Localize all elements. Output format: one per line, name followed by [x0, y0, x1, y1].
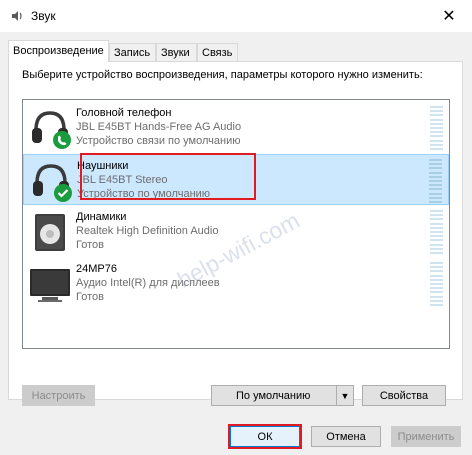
device-item-headset[interactable]: Головной телефон JBL E45BT Hands-Free AG… — [23, 102, 449, 153]
set-default-button[interactable]: По умолчанию ▼ — [211, 385, 354, 406]
instruction-text: Выберите устройство воспроизведения, пар… — [22, 69, 423, 81]
cancel-button[interactable]: Отмена — [311, 426, 381, 447]
device-name: Головной телефон — [76, 107, 172, 119]
device-name: Наушники — [77, 160, 129, 172]
volume-level-meter — [430, 106, 443, 150]
tab-sounds[interactable]: Звуки — [156, 43, 197, 61]
device-model: Realtek High Definition Audio — [76, 225, 219, 237]
ok-button[interactable]: ОК — [230, 426, 300, 447]
volume-level-meter — [430, 262, 443, 306]
monitor-icon — [30, 269, 70, 302]
tab-recording[interactable]: Запись — [109, 43, 156, 61]
device-status: Устройство по умолчанию — [77, 188, 211, 200]
device-status: Устройство связи по умолчанию — [76, 135, 241, 147]
device-name: 24MP76 — [76, 263, 117, 275]
device-name: Динамики — [76, 211, 127, 223]
window-title: Звук — [31, 9, 56, 23]
playback-panel: Выберите устройство воспроизведения, пар… — [8, 61, 463, 400]
headphones-default-icon — [33, 164, 72, 202]
speaker-icon — [12, 11, 22, 21]
device-model: JBL E45BT Stereo — [77, 174, 168, 186]
device-status: Готов — [76, 239, 104, 251]
properties-button[interactable]: Свойства — [362, 385, 446, 406]
device-status: Готов — [76, 291, 104, 303]
speaker-box-icon — [35, 214, 65, 251]
close-icon: ✕ — [442, 8, 456, 25]
chevron-down-icon[interactable]: ▼ — [336, 386, 353, 405]
device-model: JBL E45BT Hands-Free AG Audio — [76, 121, 242, 133]
device-item-headphones[interactable]: Наушники JBL E45BT Stereo Устройство по … — [23, 154, 449, 205]
dialog-body: Воспроизведение Запись Звуки Связь Выбер… — [0, 32, 472, 455]
volume-level-meter — [429, 159, 442, 203]
configure-button[interactable]: Настроить — [22, 385, 95, 406]
set-default-label: По умолчанию — [236, 389, 311, 402]
close-button[interactable]: ✕ — [426, 0, 472, 32]
apply-button[interactable]: Применить — [391, 426, 461, 447]
headset-phone-icon — [32, 111, 71, 149]
tab-playback[interactable]: Воспроизведение — [8, 40, 109, 62]
device-list[interactable]: Головной телефон JBL E45BT Hands-Free AG… — [22, 99, 450, 349]
title-bar: Звук ✕ — [0, 0, 472, 32]
volume-level-meter — [430, 210, 443, 254]
tab-communications[interactable]: Связь — [197, 43, 238, 61]
